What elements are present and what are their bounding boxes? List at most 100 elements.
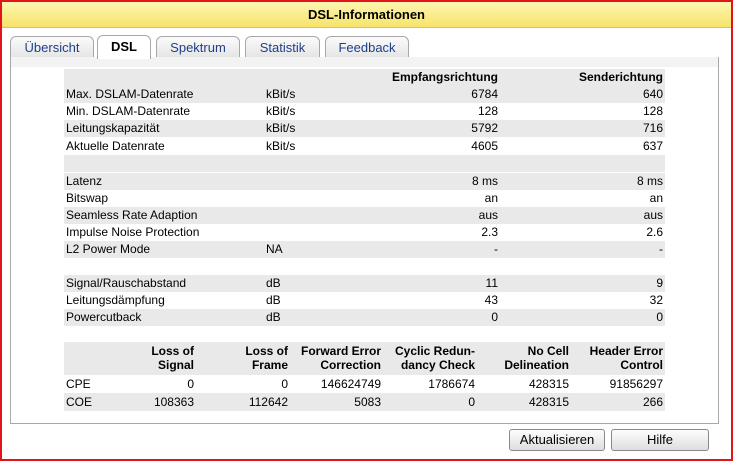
row-value: 428315 [528,377,569,391]
tab-statistik[interactable]: Statistik [245,36,320,58]
table-row: Leitungskapazität kBit/s 5792 716 [64,120,665,137]
row-tx-value: 128 [642,104,663,118]
table-row: Bitswap an an [64,190,665,207]
row-label: Max. DSLAM-Datenrate [66,87,194,101]
row-tx-value: 2.6 [646,225,663,239]
row-rx-value: 4605 [471,139,498,153]
row-value: 108363 [153,395,194,409]
header-line: Cyclic Redun- [394,344,475,358]
table-row: L2 Power Mode NA - - [64,241,665,258]
refresh-button[interactable]: Aktualisieren [509,429,605,451]
row-label: CPE [66,377,91,391]
table-row: Powercutback dB 0 0 [64,309,665,326]
header-line: Delineation [504,358,569,372]
column-header-rx: Empfangsrichtung [391,70,498,84]
row-value: 428315 [528,395,569,409]
header-line: Loss of [245,344,288,358]
table-row: Impulse Noise Protection 2.3 2.6 [64,224,665,241]
table-row: Aktuelle Datenrate kBit/s 4605 637 [64,138,665,155]
header-line: Correction [320,358,381,372]
table-row: CPE 0 0 146624749 1786674 428315 9185629… [64,375,665,393]
row-label: Min. DSLAM-Datenrate [66,104,191,118]
row-unit: dB [266,276,281,290]
header-line: Signal [157,358,194,372]
row-tx-value: 637 [642,139,663,153]
row-label: Signal/Rauschabstand [66,276,187,290]
header-line: Forward Error [300,344,381,358]
row-rx-value: 0 [491,310,498,324]
error-table-header: Loss of Signal Loss of Frame Forward Err… [64,342,665,375]
tab-uebersicht[interactable]: Übersicht [10,36,94,58]
table-spacer-row [64,155,665,172]
column-header-hec: Header Error Control [574,344,663,372]
table-row: Min. DSLAM-Datenrate kBit/s 128 128 [64,103,665,120]
row-label: COE [66,395,93,409]
row-value: 0 [281,377,288,391]
row-unit: kBit/s [266,121,296,135]
row-value: 5083 [354,395,381,409]
row-label: Leitungsdämpfung [66,293,165,307]
row-value: 266 [642,395,663,409]
row-unit: NA [266,242,283,256]
row-value: 0 [187,377,194,391]
column-header-loss-of-frame: Loss of Frame [214,344,288,372]
header-line: Loss of [151,344,194,358]
row-rx-value: 6784 [471,87,498,101]
header-line: dancy Check [400,358,475,372]
row-unit: kBit/s [266,139,296,153]
row-label: Latenz [66,174,103,188]
row-rx-value: 11 [485,276,498,290]
row-label: L2 Power Mode [66,242,151,256]
column-header-fec: Forward Error Correction [288,344,381,372]
help-button[interactable]: Hilfe [611,429,709,451]
header-line: Frame [251,358,288,372]
tab-spektrum[interactable]: Spektrum [156,36,240,58]
error-counter-table: Loss of Signal Loss of Frame Forward Err… [64,342,665,411]
table-row: COE 108363 112642 5083 0 428315 266 [64,393,665,411]
table-row: Max. DSLAM-Datenrate kBit/s 6784 640 [64,86,665,103]
table-row: Leitungsdämpfung dB 43 32 [64,292,665,309]
row-rx-value: 5792 [471,121,498,135]
row-label: Impulse Noise Protection [66,225,200,239]
row-rx-value: aus [478,208,498,222]
row-value: 1786674 [428,377,475,391]
row-label: Seamless Rate Adaption [66,208,198,222]
row-unit: dB [266,293,281,307]
row-tx-value: an [649,191,663,205]
column-header-tx: Senderichtung [578,70,663,84]
row-tx-value: 0 [656,310,663,324]
tab-feedback[interactable]: Feedback [325,36,409,58]
row-label: Bitswap [66,191,109,205]
row-tx-value: - [659,242,663,256]
table-row: Signal/Rauschabstand dB 11 9 [64,275,665,292]
row-value: 146624749 [320,377,381,391]
row-value: 91856297 [609,377,663,391]
row-rx-value: 2.3 [481,225,498,239]
row-tx-value: 8 ms [636,174,663,188]
table-spacer-row [64,258,665,275]
row-tx-value: 32 [649,293,663,307]
column-header-loss-of-signal: Loss of Signal [124,344,194,372]
row-unit: dB [266,310,281,324]
row-unit: kBit/s [266,104,296,118]
row-rx-value: an [484,191,498,205]
table-row: Latenz 8 ms 8 ms [64,173,665,190]
dsl-table-header: Empfangsrichtung Senderichtung [64,69,665,86]
row-tx-value: aus [643,208,663,222]
row-value: 0 [468,395,475,409]
row-label: Aktuelle Datenrate [66,139,165,153]
row-tx-value: 640 [642,87,663,101]
row-rx-value: 8 ms [471,174,498,188]
table-row: Seamless Rate Adaption aus aus [64,207,665,224]
row-rx-value: - [494,242,498,256]
row-value: 112642 [248,395,288,409]
row-unit: kBit/s [266,87,296,101]
column-header-ncd: No Cell Delineation [479,344,569,372]
tab-dsl[interactable]: DSL [97,35,151,59]
row-label: Leitungskapazität [66,121,160,135]
header-line: No Cell [527,344,569,358]
row-rx-value: 43 [484,293,498,307]
header-line: Control [620,358,663,372]
window-title: DSL-Informationen [2,2,731,28]
column-header-crc: Cyclic Redun- dancy Check [384,344,475,372]
